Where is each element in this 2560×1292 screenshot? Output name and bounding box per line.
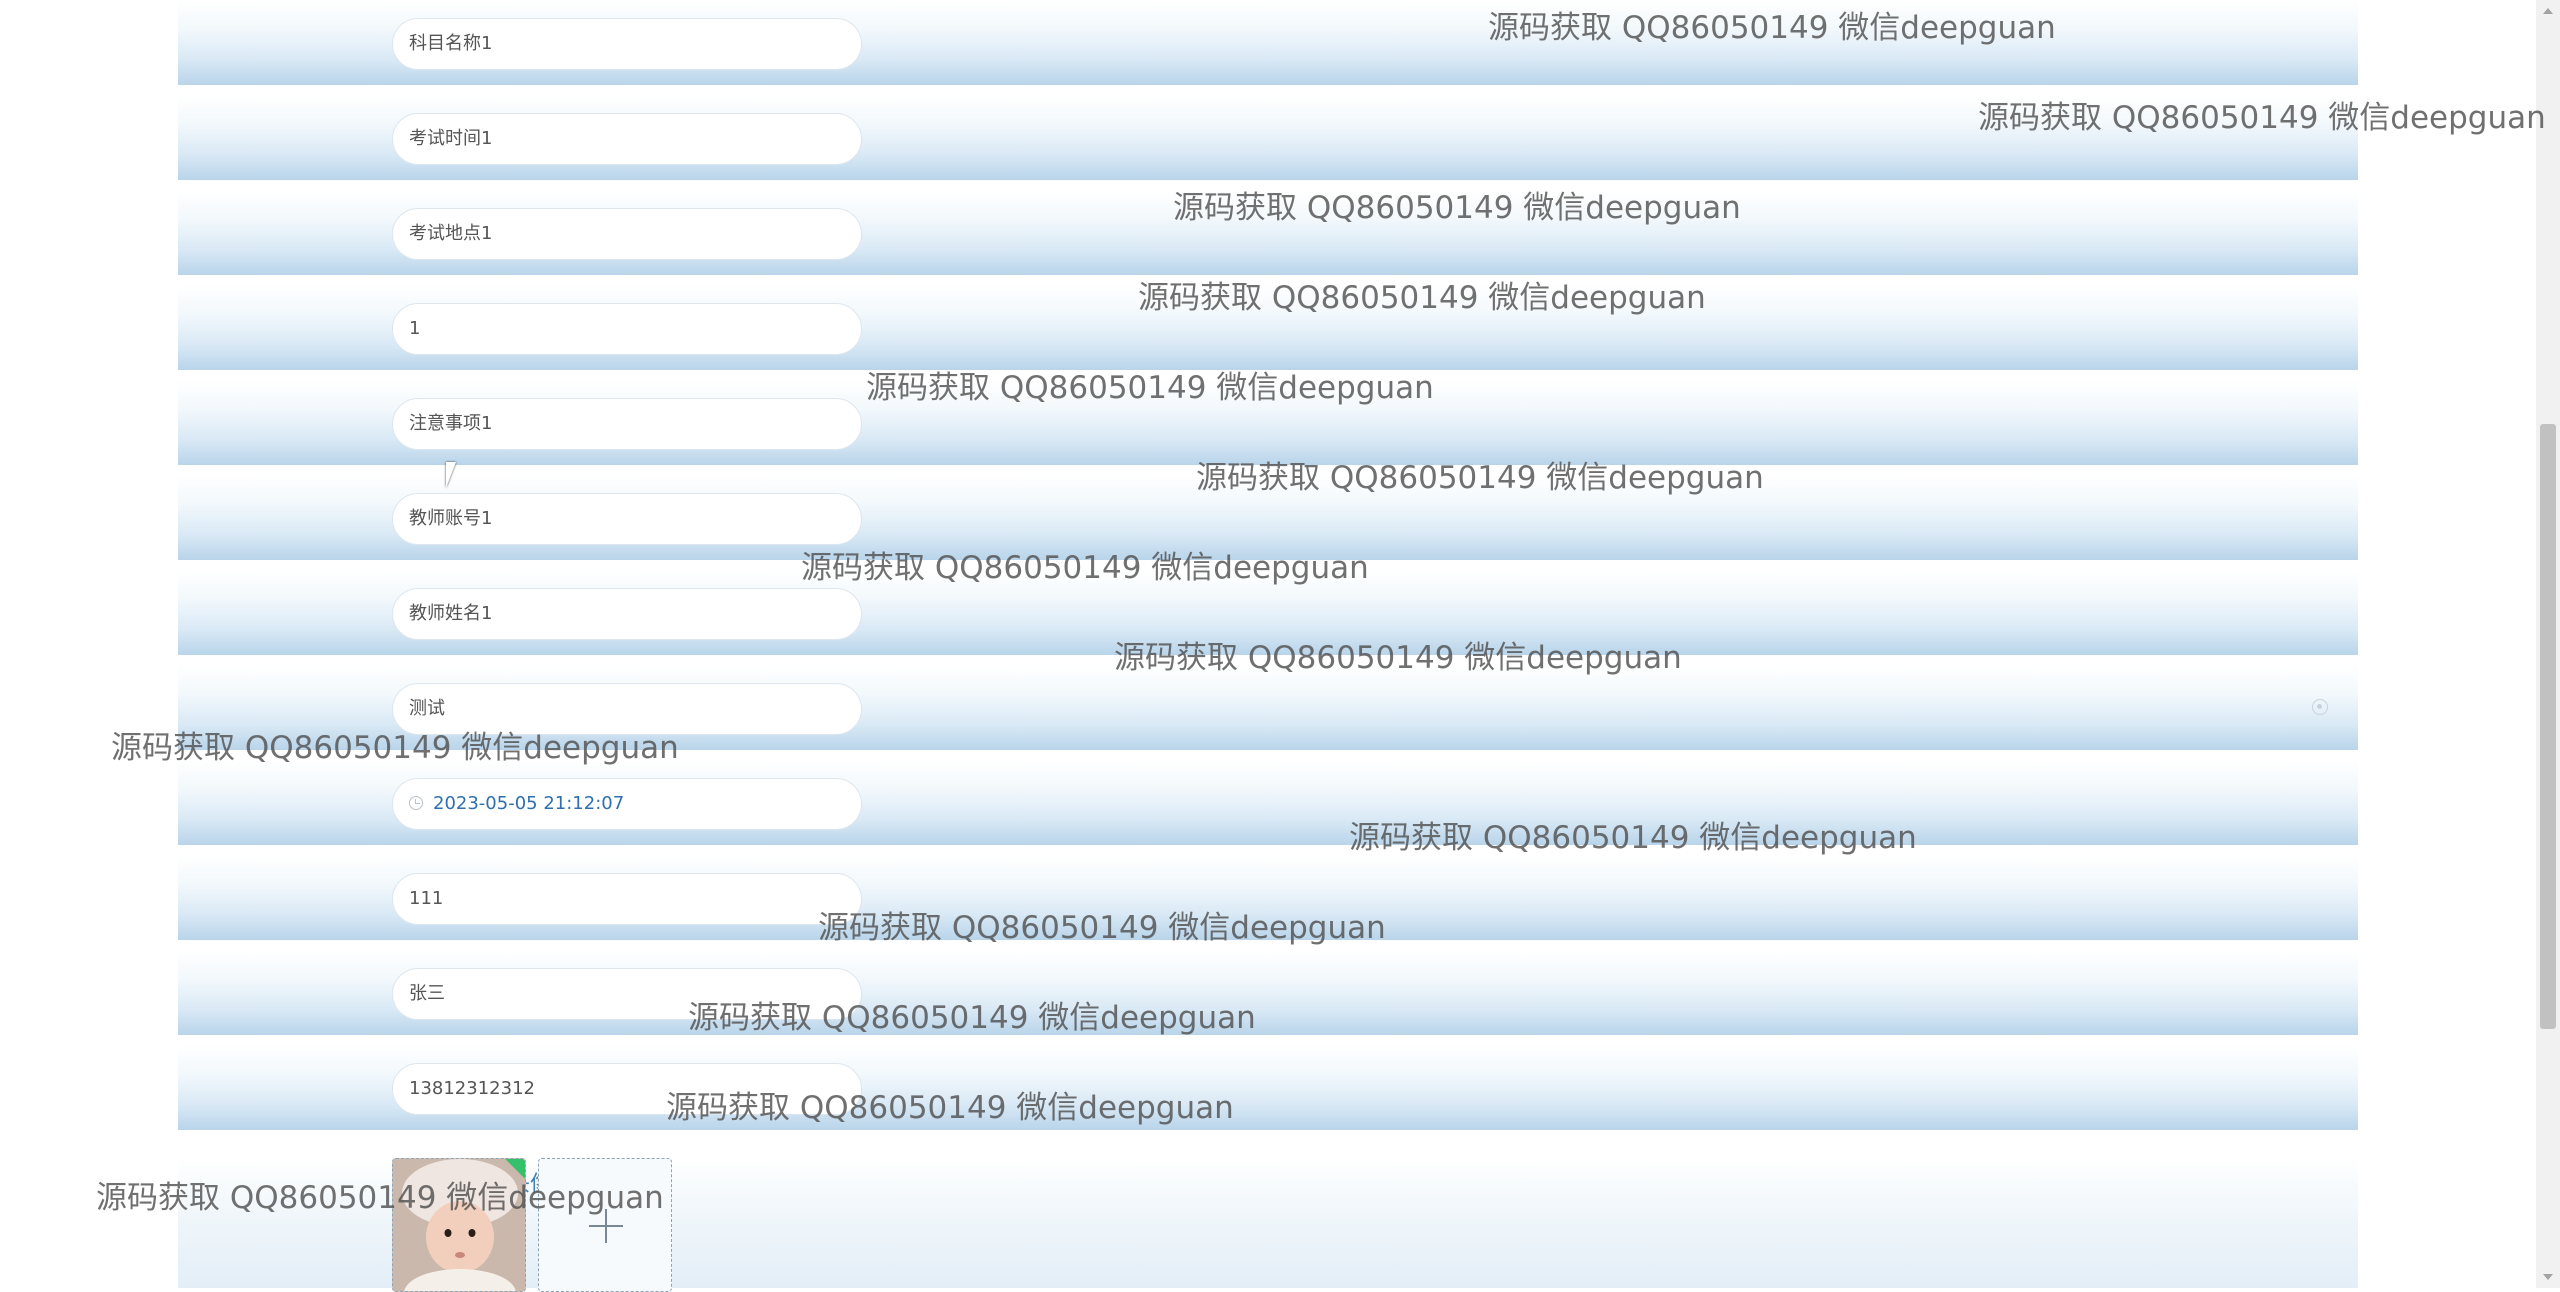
- form-row-teacher-account: 教师账号 教师账号1: [178, 475, 2358, 560]
- student-id-input[interactable]: 111: [392, 873, 862, 925]
- form-row-exam-time: 考试时间 考试时间1: [178, 95, 2358, 180]
- avatar-thumbnail[interactable]: [392, 1158, 526, 1292]
- form-row-subject-name: 科目名称 科目名称1: [178, 0, 2358, 85]
- form-row-student-name: 学生姓名 张三: [178, 950, 2358, 1035]
- form-row-phone: 手机号码 13812312312: [178, 1045, 2358, 1130]
- scrollbar-thumb[interactable]: [2540, 424, 2556, 1029]
- form-row-exam-location: 考试地点 考试地点1: [178, 190, 2358, 275]
- form-row-student-id: 学号 111: [178, 855, 2358, 940]
- registration-time-picker[interactable]: 2023-05-05 21:12:07: [392, 778, 862, 830]
- scroll-down-arrow-icon[interactable]: [2543, 1274, 2553, 1280]
- clear-circle-icon[interactable]: [2312, 699, 2328, 715]
- vertical-scrollbar[interactable]: [2536, 0, 2560, 1288]
- form-row-exam-application: 考试申请 测试: [178, 665, 2358, 750]
- registration-time-value: 2023-05-05 21:12:07: [433, 793, 625, 814]
- invigilator-input[interactable]: 教师姓名1: [392, 588, 862, 640]
- teacher-account-input[interactable]: 教师账号1: [392, 493, 862, 545]
- form-row-invigilator: 监考老师 教师姓名1: [178, 570, 2358, 655]
- upload-image-button[interactable]: [538, 1158, 672, 1292]
- clock-icon: [409, 796, 423, 810]
- student-name-input[interactable]: 张三: [392, 968, 862, 1020]
- registration-fee-input[interactable]: 1: [392, 303, 862, 355]
- form-row-notes: 注意事项 注意事项1: [178, 380, 2358, 465]
- subject-name-input[interactable]: 科目名称1: [392, 18, 862, 70]
- exam-time-input[interactable]: 考试时间1: [392, 113, 862, 165]
- form-row-registration-fee: 报名费用 1: [178, 285, 2358, 370]
- form-row-avatar: 头像: [178, 1158, 2358, 1292]
- child-photo-image: [393, 1159, 525, 1291]
- form-row-registration-time: 报名时间 2023-05-05 21:12:07: [178, 760, 2358, 845]
- mouse-cursor-icon: [446, 462, 456, 488]
- scroll-up-arrow-icon[interactable]: [2543, 8, 2553, 14]
- notes-input[interactable]: 注意事项1: [392, 398, 862, 450]
- phone-input[interactable]: 13812312312: [392, 1063, 862, 1115]
- exam-location-input[interactable]: 考试地点1: [392, 208, 862, 260]
- exam-application-input[interactable]: 测试: [392, 683, 862, 735]
